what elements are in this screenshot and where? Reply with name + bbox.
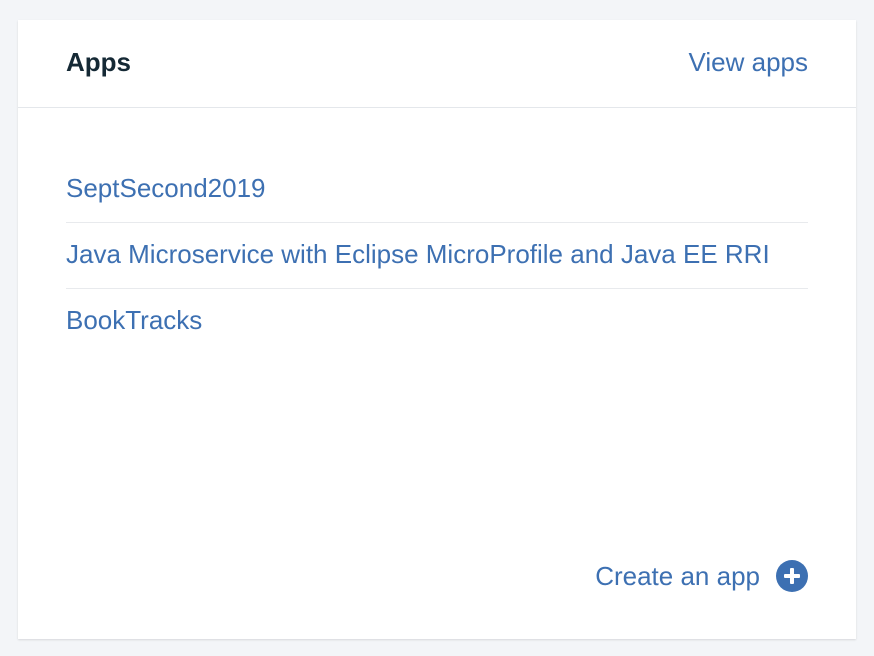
app-link-booktracks[interactable]: BookTracks bbox=[66, 289, 808, 335]
list-item: Java Microservice with Eclipse MicroProf… bbox=[66, 223, 808, 289]
app-list: SeptSecond2019 Java Microservice with Ec… bbox=[66, 157, 808, 355]
app-link-septsecond2019[interactable]: SeptSecond2019 bbox=[66, 157, 808, 203]
card-title: Apps bbox=[66, 47, 131, 77]
apps-card: Apps View apps SeptSecond2019 Java Micro… bbox=[18, 20, 856, 639]
create-app-label: Create an app bbox=[595, 561, 760, 591]
create-app-button[interactable]: Create an app bbox=[595, 560, 808, 592]
view-apps-link[interactable]: View apps bbox=[689, 47, 809, 77]
list-item: BookTracks bbox=[66, 289, 808, 355]
plus-circle-icon[interactable] bbox=[776, 560, 808, 592]
app-link-java-microservice[interactable]: Java Microservice with Eclipse MicroProf… bbox=[66, 223, 808, 269]
list-item: SeptSecond2019 bbox=[66, 157, 808, 223]
card-header: Apps View apps bbox=[18, 20, 856, 108]
